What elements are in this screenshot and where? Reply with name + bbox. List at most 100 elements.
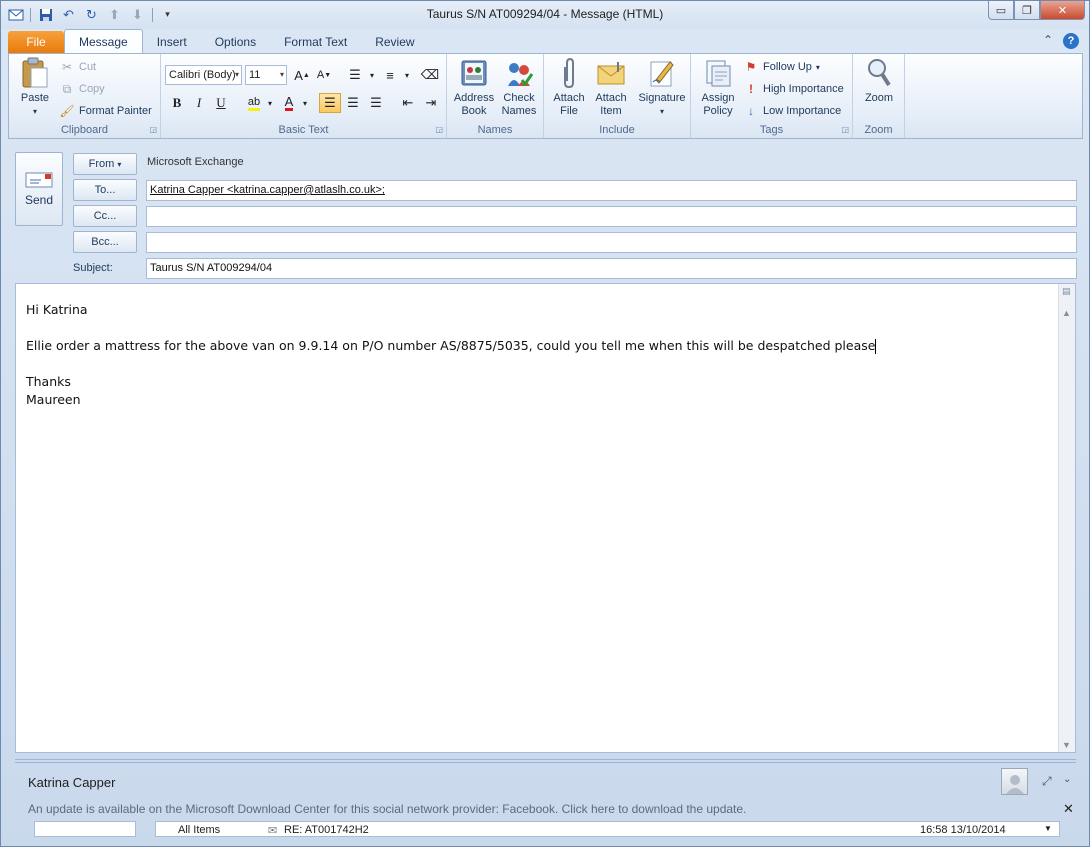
clear-formatting-icon[interactable]: ⌫ [419, 65, 441, 85]
align-right-icon[interactable]: ☰ [365, 93, 387, 113]
close-button[interactable]: ✕ [1040, 1, 1085, 20]
body-vertical-scrollbar[interactable]: ▤ ▲ ▼ [1058, 284, 1075, 752]
check-names-button[interactable]: Check Names [498, 56, 540, 118]
basic-text-group: Calibri (Body) ▾ 11 ▾ A ▲ A ▼ ☰ ▾ ≡ ▾ ⌫ B … [161, 54, 447, 138]
restore-button[interactable]: ❐ [1014, 1, 1040, 20]
tags-launcher-icon[interactable]: ◲ [841, 125, 849, 134]
tab-insert[interactable]: Insert [143, 31, 201, 54]
signature-button[interactable]: Signature ▾ [636, 56, 688, 118]
tab-format-text[interactable]: Format Text [270, 31, 361, 54]
cut-button[interactable]: ✂ Cut [59, 59, 96, 75]
align-center-icon[interactable]: ☰ [342, 93, 364, 113]
copy-button[interactable]: ⧉ Copy [59, 81, 105, 97]
attach-file-button[interactable]: Attach File [549, 56, 589, 118]
highlight-dropdown-icon[interactable]: ▾ [265, 93, 275, 113]
to-button[interactable]: To... [73, 179, 137, 201]
low-importance-button[interactable]: ↓ Low Importance [743, 103, 841, 119]
follow-up-button[interactable]: ⚑ Follow Up ▾ [743, 59, 820, 75]
send-button[interactable]: Send [15, 152, 63, 226]
format-painter-button[interactable]: 🖌 Format Painter [59, 103, 151, 119]
follow-up-label: Follow Up [763, 61, 812, 73]
close-notice-icon[interactable]: ✕ [1063, 801, 1074, 817]
person-silhouette-icon [1005, 775, 1024, 794]
align-left-icon[interactable]: ☰ [319, 93, 341, 113]
tab-review[interactable]: Review [361, 31, 428, 54]
help-icon[interactable]: ? [1063, 33, 1079, 49]
people-pane-splitter[interactable] [15, 759, 1076, 763]
assign-policy-icon [702, 56, 734, 90]
increase-indent-icon[interactable]: ⇥ [420, 93, 442, 113]
grow-font-icon[interactable]: A ▲ [291, 65, 313, 85]
feed-item-time: 16:58 13/10/2014 [920, 824, 1006, 836]
paste-label: Paste [20, 92, 50, 104]
font-color-dropdown-icon[interactable]: ▾ [300, 93, 310, 113]
basic-text-launcher-icon[interactable]: ◲ [435, 125, 443, 134]
attach-item-button[interactable]: Attach Item [591, 56, 631, 118]
to-field[interactable]: Katrina Capper <katrina.capper@atlaslh.c… [146, 180, 1077, 201]
clipboard-launcher-icon[interactable]: ◲ [149, 125, 157, 134]
cc-button[interactable]: Cc... [73, 205, 137, 227]
signature-icon [646, 56, 678, 90]
font-name-combo[interactable]: Calibri (Body) ▾ [165, 65, 242, 85]
bcc-field[interactable] [146, 232, 1077, 253]
copy-icon: ⧉ [62, 81, 72, 96]
bullets-icon[interactable]: ☰ [344, 65, 366, 85]
cc-field[interactable] [146, 206, 1077, 227]
tab-file[interactable]: File [8, 31, 64, 54]
body-blank-line [26, 319, 876, 337]
ruler-toggle-icon[interactable]: ▤ [1062, 286, 1071, 297]
tab-message[interactable]: Message [64, 29, 143, 54]
high-importance-button[interactable]: ! High Importance [743, 81, 844, 97]
to-recipient[interactable]: Katrina Capper <katrina.capper@atlaslh.c… [150, 184, 385, 196]
message-body[interactable]: Hi Katrina Ellie order a mattress for th… [15, 283, 1076, 753]
font-size-dropdown-icon: ▾ [279, 70, 284, 79]
people-photo-strip [34, 821, 136, 837]
zoom-button[interactable]: Zoom [859, 56, 899, 105]
assign-policy-button[interactable]: Assign Policy [695, 56, 741, 118]
bullets-dropdown-icon[interactable]: ▾ [366, 65, 378, 85]
underline-icon[interactable]: U [210, 93, 232, 113]
numbering-icon[interactable]: ≡ [379, 65, 401, 85]
feed-item-subject[interactable]: RE: AT001742H2 [284, 824, 369, 836]
from-button[interactable]: From ▾ [73, 153, 137, 175]
font-size-combo[interactable]: 11 ▾ [245, 65, 287, 85]
feed-dropdown-icon[interactable]: ▼ [1044, 824, 1052, 833]
names-group: Address Book Check Names Names [447, 54, 544, 138]
italic-icon[interactable]: I [188, 93, 210, 113]
font-color-icon[interactable]: A [278, 93, 300, 113]
chevron-down-icon[interactable]: ⌄ [1063, 774, 1071, 785]
decrease-indent-icon[interactable]: ⇤ [397, 93, 419, 113]
tab-options[interactable]: Options [201, 31, 270, 54]
from-label: From [88, 158, 115, 170]
body-line-1-text: Ellie order a mattress for the above van… [26, 338, 876, 353]
signature-dropdown-icon: ▾ [659, 107, 664, 116]
exclamation-icon: ! [749, 82, 753, 96]
clipboard-group: Paste ▾ ✂ Cut ⧉ Copy 🖌 Format Painter Cl… [9, 54, 161, 138]
body-greeting: Hi Katrina [26, 302, 88, 317]
bold-icon[interactable]: B [166, 93, 188, 113]
highlight-icon[interactable]: ab [243, 93, 265, 113]
address-book-button[interactable]: Address Book [452, 56, 496, 118]
window-controls: ▭ ❐ ✕ [988, 1, 1085, 20]
feed-filter-all-items[interactable]: All Items [178, 824, 220, 836]
numbering-dropdown-icon[interactable]: ▾ [401, 65, 413, 85]
bcc-button[interactable]: Bcc... [73, 231, 137, 253]
minimize-ribbon-icon[interactable]: ⌃ [1043, 33, 1053, 49]
body-blank-line [26, 355, 876, 373]
scroll-down-icon[interactable]: ▼ [1062, 740, 1071, 750]
message-body-text[interactable]: Hi Katrina Ellie order a mattress for th… [26, 301, 877, 409]
expand-people-pane-icon[interactable]: ⤢ [1042, 774, 1052, 789]
address-book-label: Address Book [453, 92, 495, 117]
scissors-icon: ✂ [61, 60, 73, 74]
ribbon-tabs: File Message Insert Options Format Text … [8, 29, 429, 54]
social-provider-update-notice[interactable]: An update is available on the Microsoft … [28, 802, 746, 816]
paste-button[interactable]: Paste ▾ [15, 56, 55, 118]
basic-text-group-label: Basic Text [278, 124, 329, 136]
font-size-value: 11 [249, 69, 261, 81]
paste-dropdown-icon: ▾ [32, 107, 37, 116]
activity-feed-list[interactable]: All Items ✉ RE: AT001742H2 16:58 13/10/2… [155, 821, 1060, 837]
subject-field[interactable]: Taurus S/N AT009294/04 [146, 258, 1077, 279]
scroll-up-icon[interactable]: ▲ [1062, 308, 1071, 318]
minimize-button[interactable]: ▭ [988, 1, 1014, 20]
shrink-font-icon[interactable]: A ▼ [313, 65, 335, 85]
